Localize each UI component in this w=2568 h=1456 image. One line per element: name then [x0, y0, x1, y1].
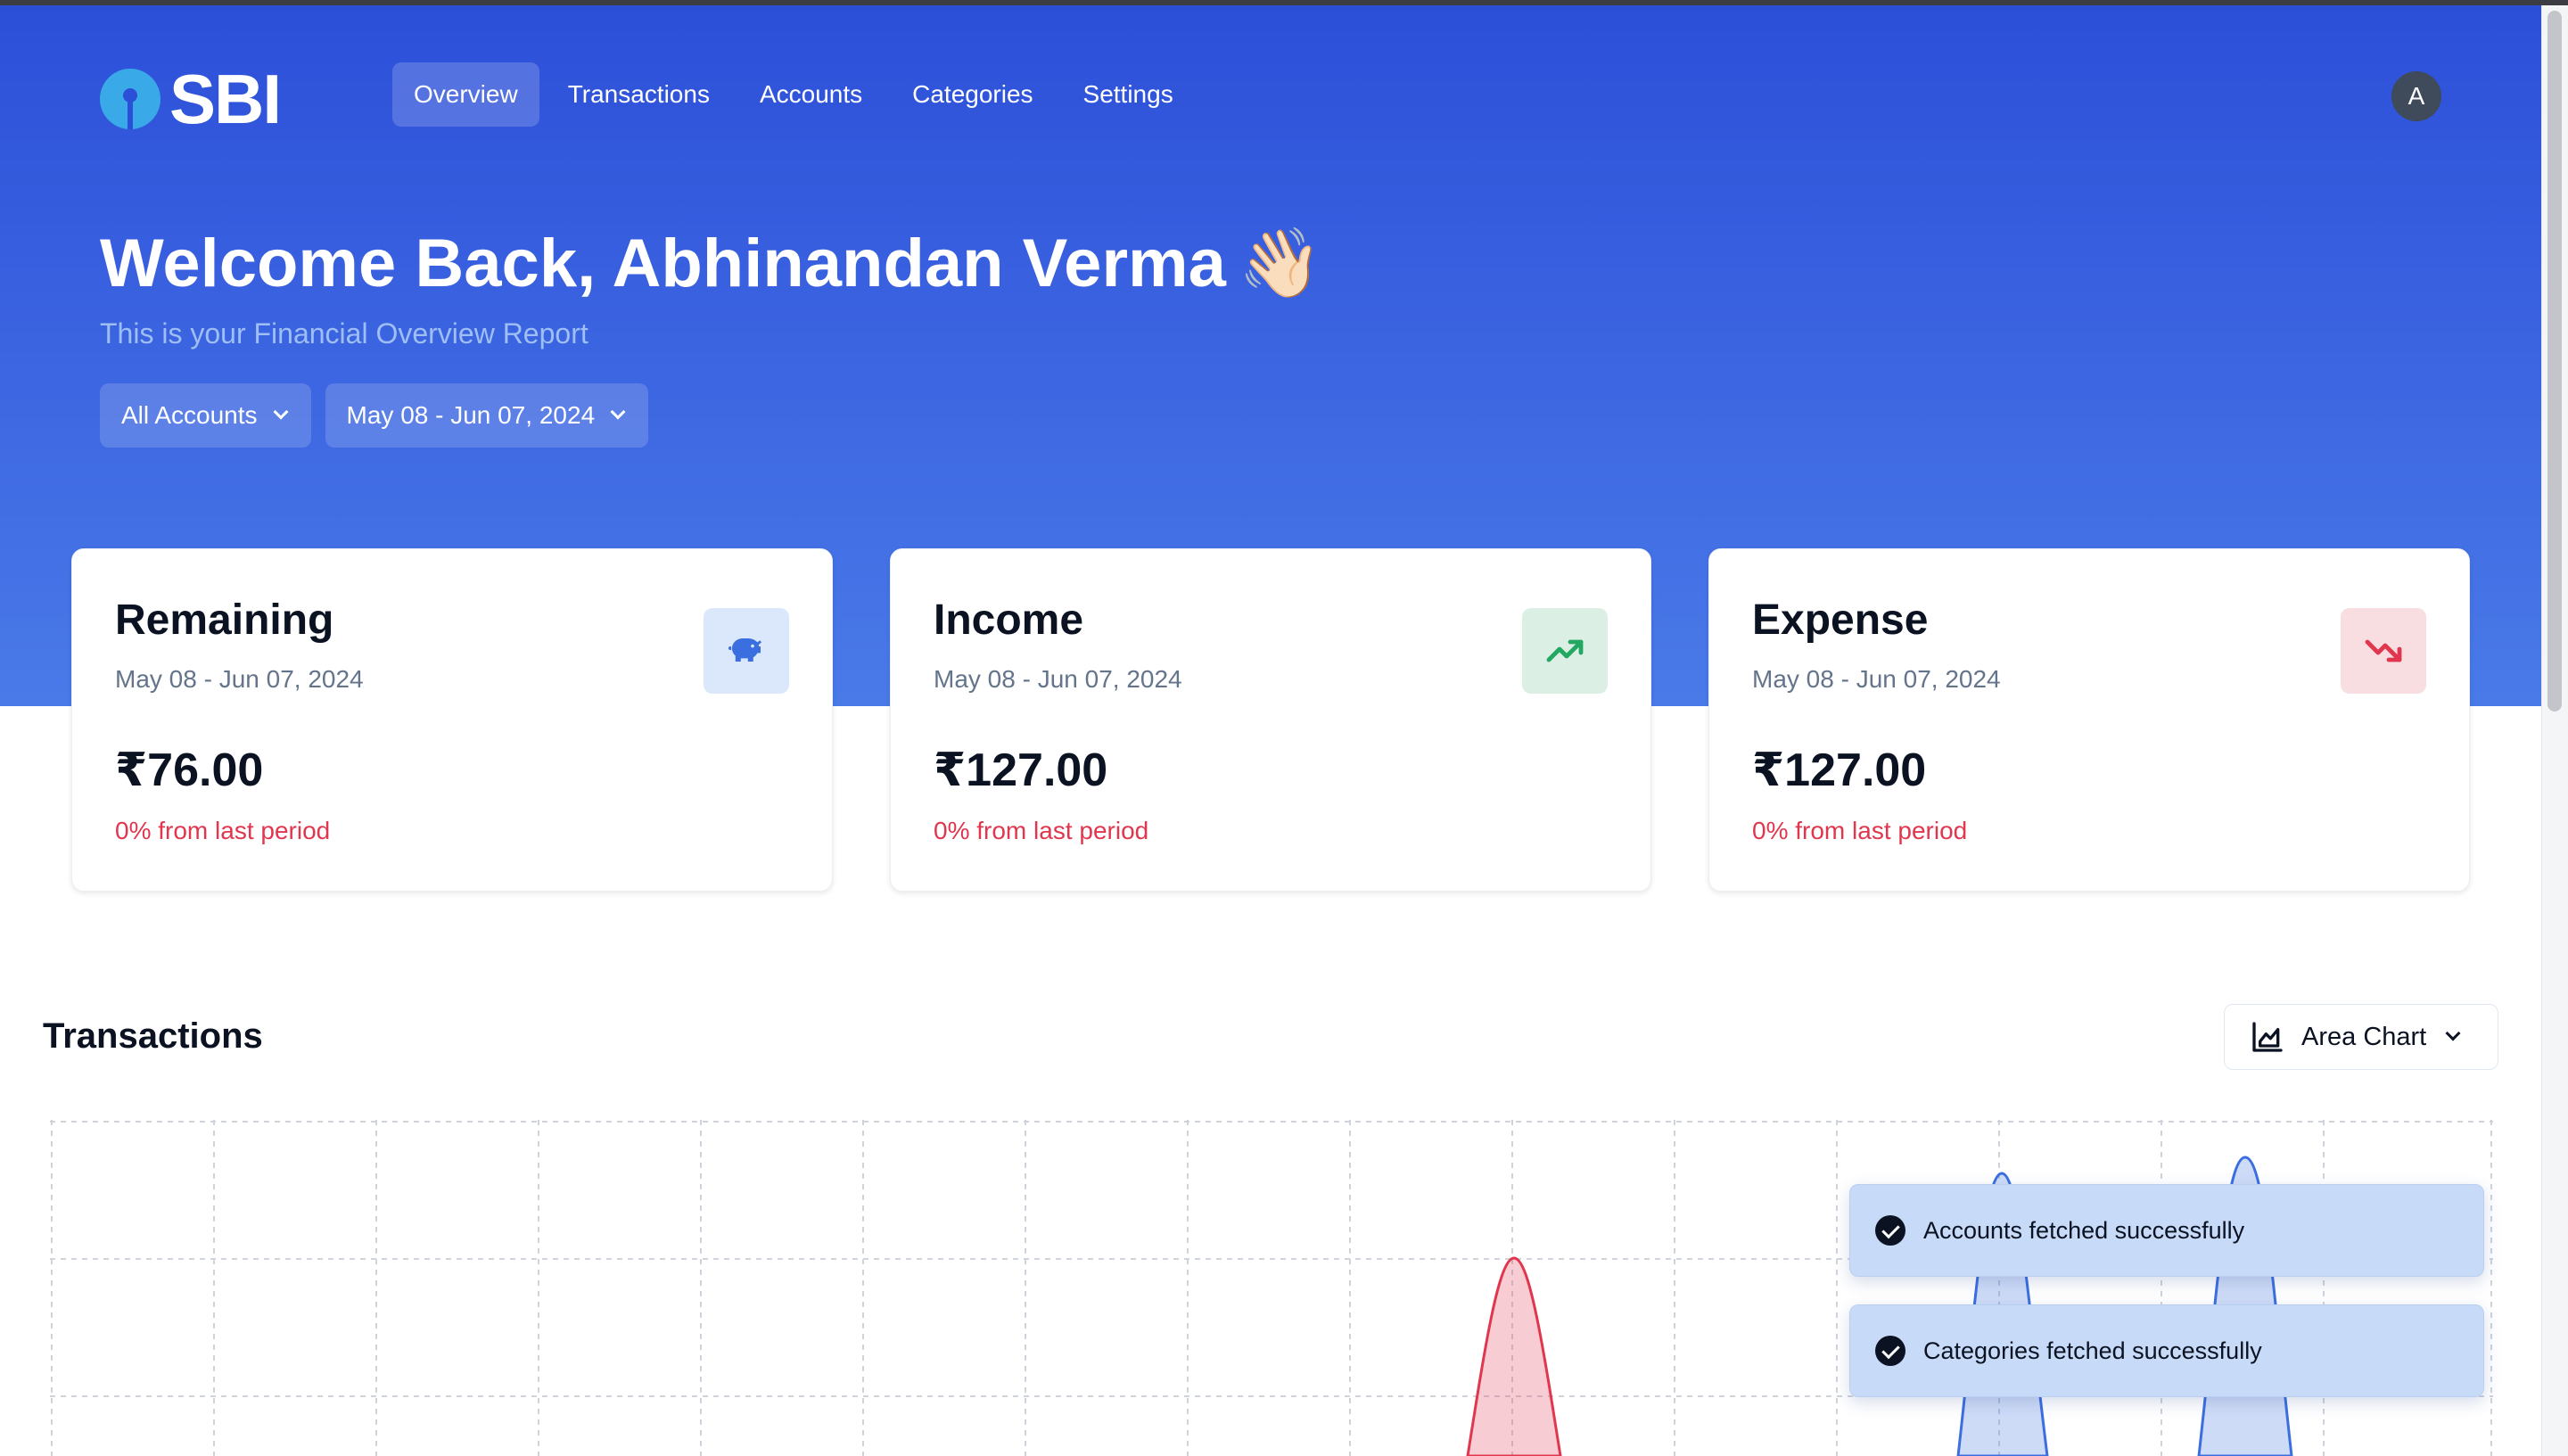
card-date-range: May 08 - Jun 07, 2024	[1752, 665, 2001, 693]
card-title: Expense	[1752, 596, 1929, 644]
transactions-title: Transactions	[43, 1016, 263, 1056]
check-circle-icon	[1875, 1215, 1905, 1246]
area-chart-svg	[50, 1120, 2493, 1456]
trending-down-icon	[2341, 608, 2426, 694]
expense-card: Expense May 08 - Jun 07, 2024 ₹127.00 0%…	[1708, 548, 2470, 892]
account-filter-label: All Accounts	[121, 401, 258, 429]
chart-type-label: Area Chart	[2301, 1022, 2427, 1051]
user-avatar[interactable]: A	[2391, 71, 2441, 121]
welcome-heading: Welcome Back, Abhinandan Verma 👋🏻	[100, 223, 1323, 303]
sbi-keyhole-logo-icon	[100, 69, 160, 129]
toast-categories-fetched[interactable]: Categories fetched successfully	[1849, 1304, 2484, 1397]
card-change: 0% from last period	[115, 817, 331, 844]
account-filter-select[interactable]: All Accounts	[100, 383, 311, 448]
nav-item-accounts[interactable]: Accounts	[738, 62, 884, 127]
nav-item-settings[interactable]: Settings	[1062, 62, 1195, 127]
main-nav: Overview Transactions Accounts Categorie…	[392, 62, 1195, 127]
trending-up-icon	[1522, 608, 1608, 694]
income-card: Income May 08 - Jun 07, 2024 ₹127.00 0% …	[890, 548, 1651, 892]
toast-message: Categories fetched successfully	[1923, 1337, 2262, 1364]
nav-item-categories[interactable]: Categories	[891, 62, 1054, 127]
chart-type-select[interactable]: Area Chart	[2224, 1004, 2498, 1070]
nav-item-overview[interactable]: Overview	[392, 62, 539, 127]
card-date-range: May 08 - Jun 07, 2024	[115, 665, 364, 693]
expense-area-peak	[1466, 1256, 1562, 1456]
transactions-chart	[50, 1120, 2493, 1456]
card-amount: ₹127.00	[1752, 744, 1927, 796]
card-amount: ₹76.00	[115, 744, 264, 796]
area-chart-icon	[2252, 1022, 2283, 1052]
filters-bar: All Accounts May 08 - Jun 07, 2024	[100, 383, 649, 448]
welcome-title: Welcome Back, Abhinandan Verma	[100, 226, 1226, 301]
remaining-card: Remaining May 08 - Jun 07, 2024 ₹76.00 0…	[71, 548, 833, 892]
waving-hand-emoji: 👋🏻	[1238, 226, 1323, 301]
brand-logo-text: SBI	[169, 60, 282, 138]
chevron-down-icon	[273, 404, 289, 420]
check-circle-icon	[1875, 1336, 1905, 1366]
card-change: 0% from last period	[1752, 817, 1968, 844]
date-range-filter-select[interactable]: May 08 - Jun 07, 2024	[325, 383, 649, 448]
card-date-range: May 08 - Jun 07, 2024	[934, 665, 1182, 693]
brand-logo[interactable]: SBI	[100, 60, 282, 138]
card-title: Remaining	[115, 596, 334, 644]
chevron-down-icon	[2445, 1025, 2461, 1041]
date-range-filter-label: May 08 - Jun 07, 2024	[346, 401, 596, 429]
scrollbar-thumb[interactable]	[2547, 11, 2562, 712]
nav-item-transactions[interactable]: Transactions	[547, 62, 731, 127]
welcome-subtitle: This is your Financial Overview Report	[100, 317, 588, 350]
card-title: Income	[934, 596, 1084, 644]
chevron-down-icon	[610, 404, 626, 420]
piggy-bank-icon	[704, 608, 789, 694]
card-amount: ₹127.00	[934, 744, 1108, 796]
card-change: 0% from last period	[934, 817, 1149, 844]
toast-message: Accounts fetched successfully	[1923, 1216, 2245, 1244]
toast-accounts-fetched[interactable]: Accounts fetched successfully	[1849, 1184, 2484, 1277]
page-scrollbar[interactable]	[2541, 5, 2568, 1456]
